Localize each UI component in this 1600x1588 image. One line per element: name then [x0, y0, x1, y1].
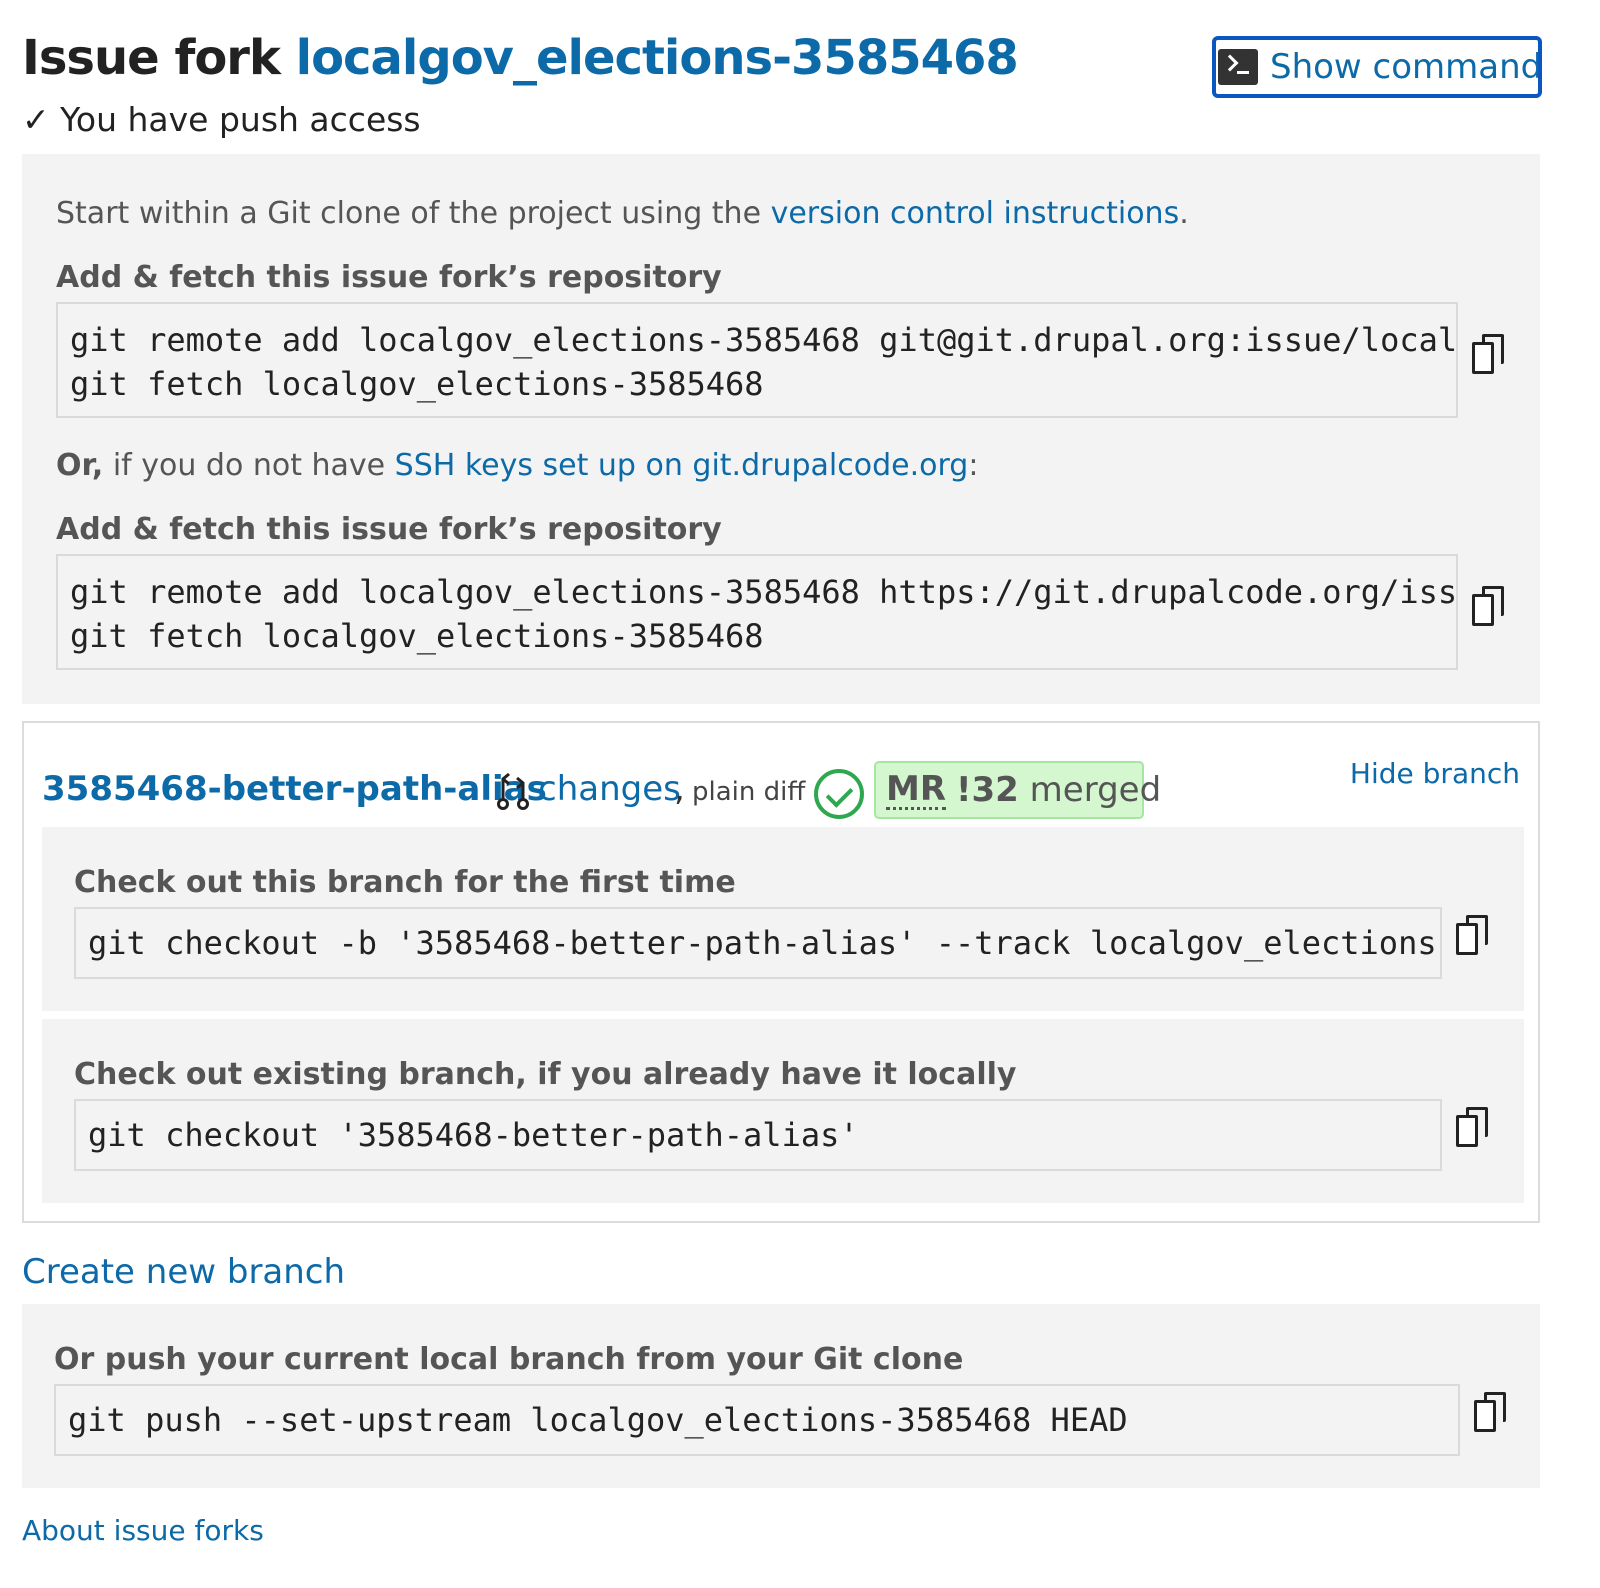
issue-fork-header: Issue fork localgov_elections-3585468 ✓ … — [22, 30, 1582, 150]
or-text: Or, if you do not have SSH keys set up o… — [56, 448, 979, 483]
https-section-label: Add & fetch this issue fork’s repository — [56, 512, 722, 547]
mr-status-badge[interactable]: MR !32 merged — [874, 761, 1161, 819]
changes-link[interactable]: changes — [538, 769, 681, 809]
https-code-block[interactable]: git remote add localgov_elections-358546… — [56, 554, 1458, 670]
branch-box: 3585468-better-path-alias changes , plai… — [22, 721, 1540, 1223]
copy-icon[interactable] — [1472, 586, 1506, 628]
push-code-block[interactable]: git push --set-upstream localgov_electio… — [54, 1384, 1460, 1456]
merge-request-icon — [497, 772, 529, 810]
copy-icon[interactable] — [1456, 915, 1490, 957]
page-title: Issue fork localgov_elections-3585468 — [22, 30, 1019, 86]
push-section-label: Or push your current local branch from y… — [54, 1342, 964, 1377]
push-branch-panel: Or push your current local branch from y… — [22, 1304, 1540, 1488]
show-commands-label: Show commands — [1270, 47, 1542, 87]
version-control-instructions-link[interactable]: version control instructions — [771, 196, 1180, 231]
checkout-first-panel: Check out this branch for the first time… — [42, 827, 1524, 1011]
checkout-first-code[interactable]: git checkout -b '3585468-better-path-ali… — [74, 907, 1442, 979]
checkout-first-label: Check out this branch for the first time — [74, 865, 736, 900]
checkout-existing-panel: Check out existing branch, if you alread… — [42, 1019, 1524, 1203]
about-issue-forks-link[interactable]: About issue forks — [22, 1514, 264, 1547]
fork-instructions-panel: Start within a Git clone of the project … — [22, 154, 1540, 704]
hide-branch-link[interactable]: Hide branch — [1350, 757, 1520, 790]
mr-abbr: MR — [886, 768, 947, 810]
checkout-existing-label: Check out existing branch, if you alread… — [74, 1057, 1017, 1092]
terminal-icon — [1218, 49, 1258, 85]
plain-diff-link[interactable]: plain diff — [692, 777, 805, 807]
show-commands-button[interactable]: Show commands — [1212, 36, 1542, 98]
mr-number: !32 — [956, 770, 1019, 810]
create-new-branch-link[interactable]: Create new branch — [22, 1252, 345, 1292]
title-prefix: Issue fork — [22, 30, 281, 86]
ssh-keys-link[interactable]: SSH keys set up on git.drupalcode.org — [395, 448, 969, 483]
intro-text: Start within a Git clone of the project … — [56, 196, 1189, 231]
check-circle-icon — [814, 769, 864, 819]
branch-name-link[interactable]: 3585468-better-path-alias — [42, 769, 547, 809]
fork-name-link[interactable]: localgov_elections-3585468 — [296, 30, 1019, 86]
ssh-code-block[interactable]: git remote add localgov_elections-358546… — [56, 302, 1458, 418]
mr-status: merged — [1029, 770, 1162, 810]
push-access-status: ✓ You have push access — [22, 100, 421, 139]
copy-icon[interactable] — [1456, 1107, 1490, 1149]
copy-icon[interactable] — [1472, 334, 1506, 376]
copy-icon[interactable] — [1474, 1392, 1508, 1434]
checkout-existing-code[interactable]: git checkout '3585468-better-path-alias' — [74, 1099, 1442, 1171]
ssh-section-label: Add & fetch this issue fork’s repository — [56, 260, 722, 295]
